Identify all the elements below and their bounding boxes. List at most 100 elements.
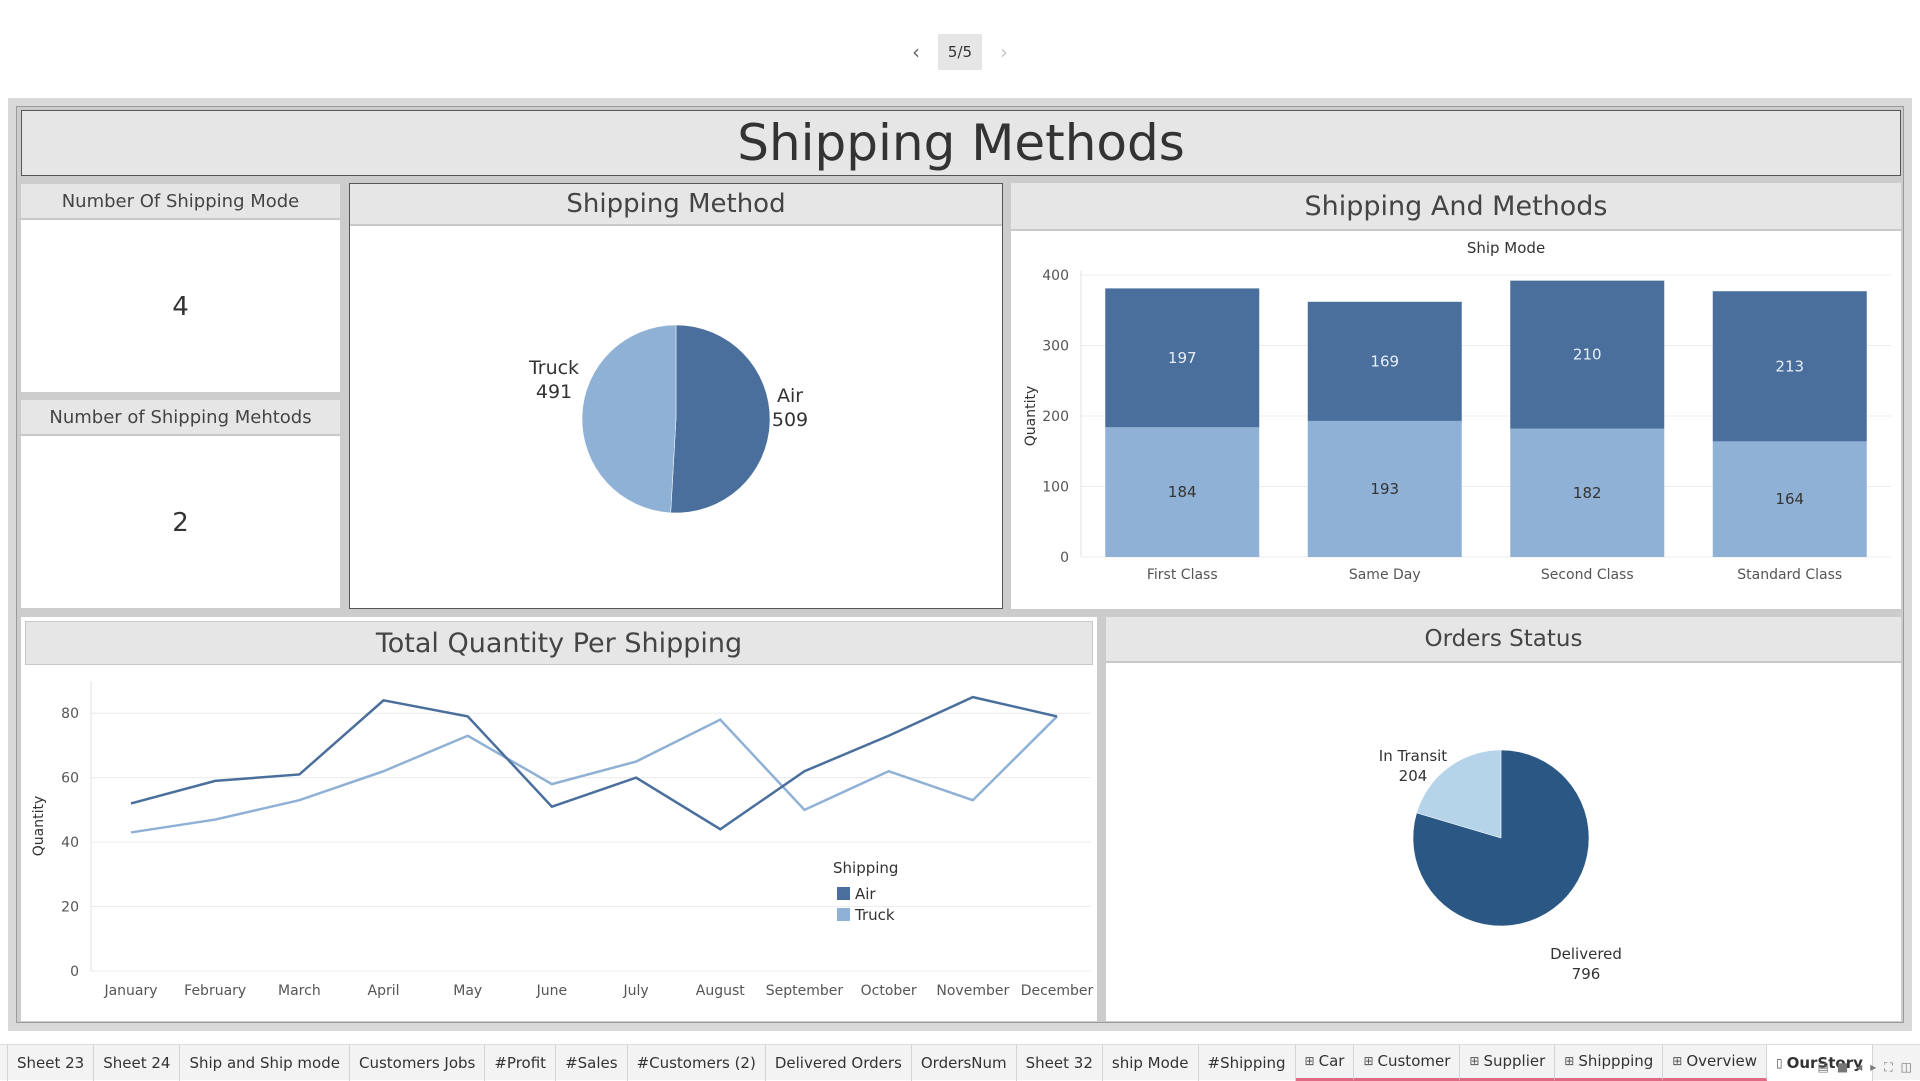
line-y-tick-label: 20 [61,900,79,916]
line-legend-title: Shipping [833,859,898,877]
line-x-tick-label: November [936,983,1009,999]
tab-label: #Shipping [1207,1053,1286,1072]
total-quantity-panel: Total Quantity Per Shipping Quantity 0 20 4… [21,617,1097,1021]
line-x-tick-label: March [278,983,321,999]
tab-label: Customers Jobs [358,1053,476,1072]
tab-label: Overview [1686,1052,1757,1070]
tab-car[interactable]: ⊞ Car [1295,1044,1355,1081]
line-y-tick-label: 40 [61,835,79,851]
dashboard-icon: ⊞ [1304,1054,1315,1068]
shipping-method-slice-air[interactable] [670,324,771,514]
shipping-method-value-air: 509 [772,409,808,431]
line-y-tick-label: 80 [61,706,79,722]
line-y-tick-label: 60 [61,771,79,787]
total-quantity-title: Total Quantity Per Shipping [25,621,1093,665]
tab-ship-mode[interactable]: ship Mode [1103,1044,1199,1081]
bar-data-label: 197 [1168,349,1197,367]
filmstrip-icon[interactable]: ■ [1837,1060,1848,1075]
fit-icon[interactable]: ⛶ [1884,1060,1892,1075]
bar-x-tick-label: First Class [1147,567,1218,583]
line-x-tick-label: August [696,983,746,999]
bar-y-axis-title: Quantity [1023,386,1039,447]
shipping-method-label-air: Air [777,385,803,407]
tab-bar-tools: ▤ ■ ◂ ▸ ⛶ ◫ [1818,1060,1913,1075]
tab-profit[interactable]: #Profit [485,1044,557,1081]
chevron-left-icon[interactable]: ‹ [906,34,926,70]
quantity-line-chart: Quantity 0 20 40 60 80 January February March Apr… [31,681,1094,999]
tab-ordersnum[interactable]: OrdersNum [912,1044,1017,1081]
bar-data-label: 184 [1168,483,1197,501]
bar-y-tick-label: 0 [1060,550,1069,566]
dashboard-icon: ⊞ [1469,1054,1480,1068]
tab-sheet-32[interactable]: Sheet 32 [1017,1044,1103,1081]
legend-swatch-air[interactable] [837,887,850,900]
tab-delivered-orders[interactable]: Delivered Orders [766,1044,912,1081]
dashboard-icon: ⊞ [1363,1054,1374,1068]
bar-data-label: 213 [1775,357,1804,375]
kpi-shipping-mode-label: Number Of Shipping Mode [21,184,340,220]
shipping-method-slice-truck[interactable] [581,324,677,514]
shipping-and-methods-title: Shipping And Methods [1011,183,1901,231]
tab-ship-and-ship-mode[interactable]: Ship and Ship mode [180,1044,350,1081]
bar-data-label: 210 [1573,346,1602,364]
kpi-shipping-mode-value: 4 [172,292,189,322]
shipping-method-pie-chart: Air509 Truck491 [528,324,808,514]
orders-status-value-in-transit: 204 [1399,767,1428,785]
shipping-and-methods-panel: Shipping And Methods Ship Mode Quantity 0 1… [1011,183,1901,609]
ship-mode-bar-chart: Ship Mode Quantity 0 100 200 300 400 184 197 Firs… [1023,239,1891,583]
tab-customer[interactable]: ⊞ Customer [1354,1044,1461,1081]
tab-shipping[interactable]: #Shipping [1199,1044,1296,1081]
orders-status-panel: Orders Status Delivered 796 In Transit 204 [1106,617,1901,1021]
line-x-tick-label: January [103,983,157,999]
tab-label: Sheet 24 [103,1053,171,1072]
line-x-tick-label: July [622,983,648,999]
tab-label: #Sales [565,1053,618,1072]
dashboard-icon: ⊞ [1672,1054,1683,1068]
tab-label: #Profit [494,1053,547,1072]
line-series-truck[interactable] [130,715,1058,834]
present-icon[interactable]: ◫ [1901,1060,1912,1075]
bar-y-tick-label: 400 [1042,268,1069,284]
tab-overview[interactable]: ⊞ Overview [1663,1044,1767,1081]
line-x-tick-label: October [861,983,917,999]
line-x-tick-label: February [184,983,246,999]
tab-sales[interactable]: #Sales [556,1044,628,1081]
tab-sheet-24[interactable]: Sheet 24 [94,1044,181,1081]
story-icon: ▯ [1775,1055,1783,1070]
legend-label-air[interactable]: Air [855,885,876,903]
tab-label: OrdersNum [920,1053,1007,1072]
tab-customers-jobs[interactable]: Customers Jobs [350,1044,486,1081]
bar-x-tick-label: Standard Class [1737,567,1842,583]
orders-status-value-delivered: 796 [1572,965,1601,983]
kpi-shipping-methods-value: 2 [172,508,189,538]
tab-supplier[interactable]: ⊞ Supplier [1460,1044,1556,1081]
legend-swatch-truck[interactable] [837,908,850,921]
story-page-indicator[interactable]: 5/5 [938,34,982,70]
shipping-method-label-truck: Truck [528,357,579,379]
orders-status-pie-chart: Delivered 796 In Transit 204 [1379,747,1622,983]
tab-shippping[interactable]: ⊞ Shippping [1555,1044,1664,1081]
scroll-left-icon[interactable]: ◂ [1856,1060,1862,1075]
chevron-right-icon[interactable]: › [994,34,1014,70]
line-x-tick-label: April [368,983,400,999]
tab-scroll-edge[interactable] [0,1044,8,1081]
bar-x-axis-title: Ship Mode [1467,239,1545,257]
tab-label: Sheet 23 [17,1053,85,1072]
orders-status-label-in-transit: In Transit [1379,747,1448,765]
tab-label: Customer [1377,1052,1451,1070]
bar-x-tick-label: Second Class [1541,567,1634,583]
line-series-air[interactable] [130,695,1058,831]
kpi-shipping-methods-label: Number of Shipping Mehtods [21,400,340,436]
tab-sheet-23[interactable]: Sheet 23 [8,1044,95,1081]
legend-label-truck[interactable]: Truck [854,906,895,924]
bar-x-tick-label: Same Day [1349,567,1421,583]
tab-customers-2[interactable]: #Customers (2) [628,1044,766,1081]
tab-label: #Customers (2) [636,1053,756,1072]
sheet-tab-bar: Sheet 23 Sheet 24 Ship and Ship mode Custom… [0,1044,1920,1081]
grid-view-icon[interactable]: ▤ [1818,1060,1829,1075]
scroll-right-icon[interactable]: ▸ [1870,1060,1876,1075]
bar-y-tick-label: 300 [1042,339,1069,355]
shipping-method-panel: Shipping Method Air 509 Truck 491 [349,183,1003,609]
tab-label: Ship and Ship mode [189,1053,340,1072]
bar-data-label: 182 [1573,484,1602,502]
